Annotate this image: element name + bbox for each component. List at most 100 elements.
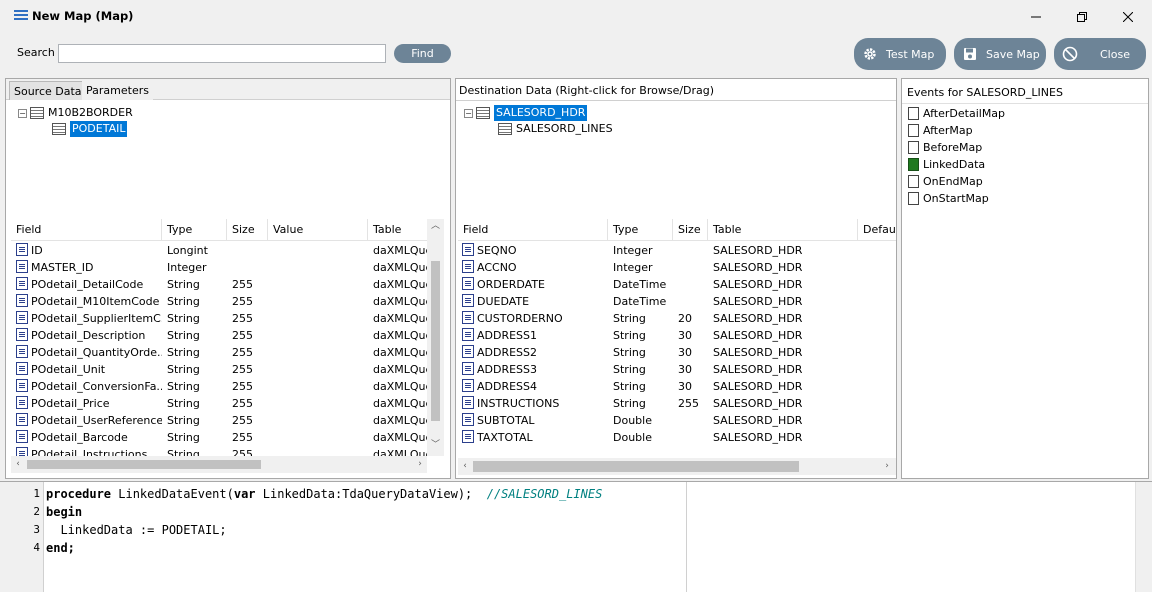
col-header-table[interactable]: Table bbox=[708, 219, 858, 241]
code-line-4[interactable]: end; bbox=[46, 539, 75, 557]
source-vertical-scrollbar[interactable]: ︿ ﹀ bbox=[427, 219, 444, 456]
event-item[interactable]: AfterMap bbox=[908, 122, 1005, 139]
table-row[interactable]: ACCNO Integer SALESORD_HDR bbox=[458, 259, 896, 276]
cell-text: ADDRESS3 bbox=[477, 363, 538, 376]
search-input[interactable] bbox=[58, 44, 386, 63]
col-header-default[interactable]: Default bbox=[858, 219, 896, 241]
code-line-3[interactable]: LinkedData := PODETAIL; bbox=[46, 521, 226, 539]
event-item[interactable]: OnStartMap bbox=[908, 190, 1005, 207]
cell-text: String bbox=[167, 448, 200, 456]
find-button[interactable]: Find bbox=[394, 44, 451, 63]
cell-table: daXMLQuery bbox=[373, 395, 427, 412]
tree-node-child[interactable]: SALESORD_LINES bbox=[464, 121, 613, 137]
table-row[interactable]: MASTER_ID Integer daXMLQuery bbox=[11, 259, 427, 276]
code-line-1[interactable]: procedure LinkedDataEvent(var LinkedData… bbox=[46, 485, 602, 503]
cell-text: String bbox=[613, 363, 646, 376]
app-menu-icon[interactable] bbox=[14, 10, 28, 21]
field-icon bbox=[462, 379, 474, 392]
table-row[interactable]: POdetail_Instructions String 255 daXMLQuery bbox=[11, 446, 427, 456]
close-button[interactable]: Close bbox=[1054, 38, 1146, 70]
table-row[interactable]: ADDRESS3 String 30 SALESORD_HDR bbox=[458, 361, 896, 378]
field-icon bbox=[16, 379, 28, 392]
table-row[interactable]: ADDRESS2 String 30 SALESORD_HDR bbox=[458, 344, 896, 361]
cell-text: 30 bbox=[678, 363, 692, 376]
table-row[interactable]: POdetail_M10ItemCode String 255 daXMLQuery bbox=[11, 293, 427, 310]
scroll-down-icon[interactable]: ﹀ bbox=[427, 438, 444, 452]
collapse-icon[interactable]: − bbox=[464, 108, 473, 118]
event-item[interactable]: BeforeMap bbox=[908, 139, 1005, 156]
destination-horizontal-scrollbar[interactable]: ‹ › bbox=[458, 458, 896, 475]
cell-text: daXMLQuery bbox=[373, 329, 427, 342]
save-map-button[interactable]: Save Map bbox=[954, 38, 1046, 70]
scroll-right-icon[interactable]: › bbox=[413, 457, 427, 471]
event-item[interactable]: OnEndMap bbox=[908, 173, 1005, 190]
cell-type: Double bbox=[613, 412, 673, 429]
col-header-size[interactable]: Size bbox=[227, 219, 268, 241]
table-row[interactable]: SEQNO Integer SALESORD_HDR bbox=[458, 242, 896, 259]
col-header-type[interactable]: Type bbox=[162, 219, 227, 241]
col-header-value[interactable]: Value bbox=[268, 219, 368, 241]
table-row[interactable]: POdetail_UserReference String 255 daXMLQuer… bbox=[11, 412, 427, 429]
table-row[interactable]: POdetail_Price String 255 daXMLQuery bbox=[11, 395, 427, 412]
table-row[interactable]: POdetail_QuantityOrde... String 255 daXMLQu… bbox=[11, 344, 427, 361]
tab-source-data[interactable]: Source Data bbox=[9, 81, 87, 100]
tree-node-root[interactable]: − SALESORD_HDR bbox=[464, 105, 613, 121]
table-row[interactable]: POdetail_Barcode String 255 daXMLQuery bbox=[11, 429, 427, 446]
destination-grid-rows: SEQNO Integer SALESORD_HDR ACCNO Integer SALE… bbox=[458, 242, 896, 456]
table-icon bbox=[498, 123, 512, 135]
col-header-field[interactable]: Field bbox=[11, 219, 162, 241]
table-row[interactable]: SUBTOTAL Double SALESORD_HDR bbox=[458, 412, 896, 429]
cell-size bbox=[678, 429, 708, 446]
field-icon bbox=[462, 430, 474, 443]
cell-text: Double bbox=[613, 431, 652, 444]
scroll-up-icon[interactable]: ︿ bbox=[427, 219, 444, 233]
collapse-icon[interactable]: − bbox=[18, 108, 27, 118]
scroll-thumb[interactable] bbox=[27, 460, 261, 469]
table-row[interactable]: POdetail_Unit String 255 daXMLQuery bbox=[11, 361, 427, 378]
cell-size: 255 bbox=[232, 378, 268, 395]
window-close-button[interactable] bbox=[1105, 0, 1151, 33]
tree-node-root[interactable]: − M10B2BORDER bbox=[18, 105, 133, 121]
table-row[interactable]: POdetail_ConversionFa... String 255 daXMLQu… bbox=[11, 378, 427, 395]
code-editor[interactable]: 1 2 3 4 procedure LinkedDataEvent(var Li… bbox=[0, 481, 1152, 592]
tree-node-child[interactable]: PODETAIL bbox=[18, 121, 133, 137]
scroll-thumb[interactable] bbox=[431, 261, 440, 421]
cell-type: String bbox=[613, 378, 673, 395]
event-item[interactable]: LinkedData bbox=[908, 156, 1005, 173]
scroll-left-icon[interactable]: ‹ bbox=[458, 459, 472, 473]
table-row[interactable]: POdetail_SupplierItemC... String 255 daXMLQ… bbox=[11, 310, 427, 327]
table-row[interactable]: CUSTORDERNO String 20 SALESORD_HDR bbox=[458, 310, 896, 327]
tab-parameters[interactable]: Parameters bbox=[82, 81, 153, 100]
cell-field: POdetail_Barcode bbox=[16, 429, 162, 446]
col-header-size[interactable]: Size bbox=[673, 219, 708, 241]
cell-text: String bbox=[167, 431, 200, 444]
scroll-right-icon[interactable]: › bbox=[880, 459, 894, 473]
minimize-button[interactable] bbox=[1013, 0, 1059, 33]
restore-button[interactable] bbox=[1059, 0, 1105, 33]
test-map-button[interactable]: Test Map bbox=[854, 38, 946, 70]
source-horizontal-scrollbar[interactable]: ‹ › bbox=[11, 456, 427, 473]
table-row[interactable]: ID Longint daXMLQuery bbox=[11, 242, 427, 259]
event-item[interactable]: AfterDetailMap bbox=[908, 105, 1005, 122]
scroll-left-icon[interactable]: ‹ bbox=[11, 457, 25, 471]
code-vertical-scrollbar[interactable] bbox=[1135, 482, 1152, 592]
field-icon bbox=[16, 447, 28, 456]
cell-table: daXMLQuery bbox=[373, 276, 427, 293]
table-row[interactable]: POdetail_Description String 255 daXMLQuery bbox=[11, 327, 427, 344]
col-header-type[interactable]: Type bbox=[608, 219, 673, 241]
table-row[interactable]: ADDRESS4 String 30 SALESORD_HDR bbox=[458, 378, 896, 395]
table-row[interactable]: ORDERDATE DateTime SALESORD_HDR bbox=[458, 276, 896, 293]
table-row[interactable]: POdetail_DetailCode String 255 daXMLQuery bbox=[11, 276, 427, 293]
table-row[interactable]: TAXTOTAL Double SALESORD_HDR bbox=[458, 429, 896, 446]
table-row[interactable]: ADDRESS1 String 30 SALESORD_HDR bbox=[458, 327, 896, 344]
cell-field: ORDERDATE bbox=[462, 276, 608, 293]
col-header-field[interactable]: Field bbox=[458, 219, 608, 241]
code-line-2[interactable]: begin bbox=[46, 503, 82, 521]
table-row[interactable]: DUEDATE DateTime SALESORD_HDR bbox=[458, 293, 896, 310]
cell-text: 255 bbox=[232, 397, 253, 410]
scroll-thumb[interactable] bbox=[473, 461, 799, 472]
col-header-table[interactable]: Table bbox=[368, 219, 427, 241]
cell-table: SALESORD_HDR bbox=[713, 276, 858, 293]
cell-text: POdetail_UserReference bbox=[31, 414, 162, 427]
table-row[interactable]: INSTRUCTIONS String 255 SALESORD_HDR bbox=[458, 395, 896, 412]
